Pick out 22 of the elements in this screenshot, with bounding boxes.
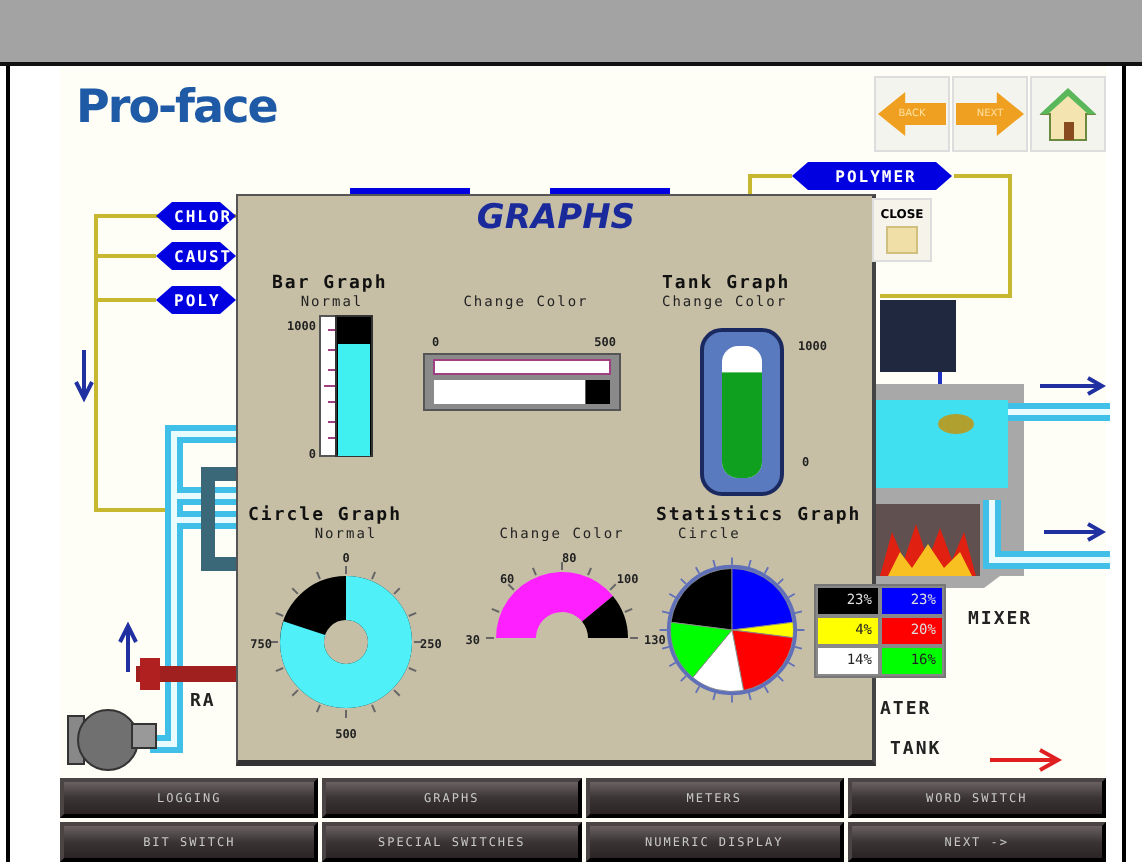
flow-arrow: [1038, 376, 1107, 396]
flow-arrow: [74, 348, 94, 403]
tag-label: POLY: [156, 286, 236, 314]
tag-label: POLYMER: [792, 162, 952, 190]
section-heading: Circle Graph: [248, 506, 405, 526]
logo: Pro-face: [76, 82, 277, 134]
flow-arrow: [1042, 522, 1107, 542]
popup-title: GRAPHS: [474, 198, 638, 242]
section-heading: Statistics Graph: [656, 506, 864, 526]
diagram-label: TANK: [890, 740, 942, 760]
tag-label: CHLOR: [156, 202, 236, 230]
flow-arrow: [118, 621, 138, 674]
section-heading: Bar Graph: [272, 274, 390, 294]
diagram-label: ATER: [880, 700, 932, 720]
flow-arrow: [988, 748, 1063, 772]
tag-label: CAUST: [156, 242, 236, 270]
pump-drawing: [67, 709, 157, 771]
diagram-label: RA: [190, 692, 216, 712]
diagram-label: MIXER: [968, 610, 1033, 630]
home-icon: [1038, 84, 1098, 144]
section-heading: Tank Graph: [662, 274, 793, 294]
home-button[interactable]: [1030, 76, 1106, 152]
